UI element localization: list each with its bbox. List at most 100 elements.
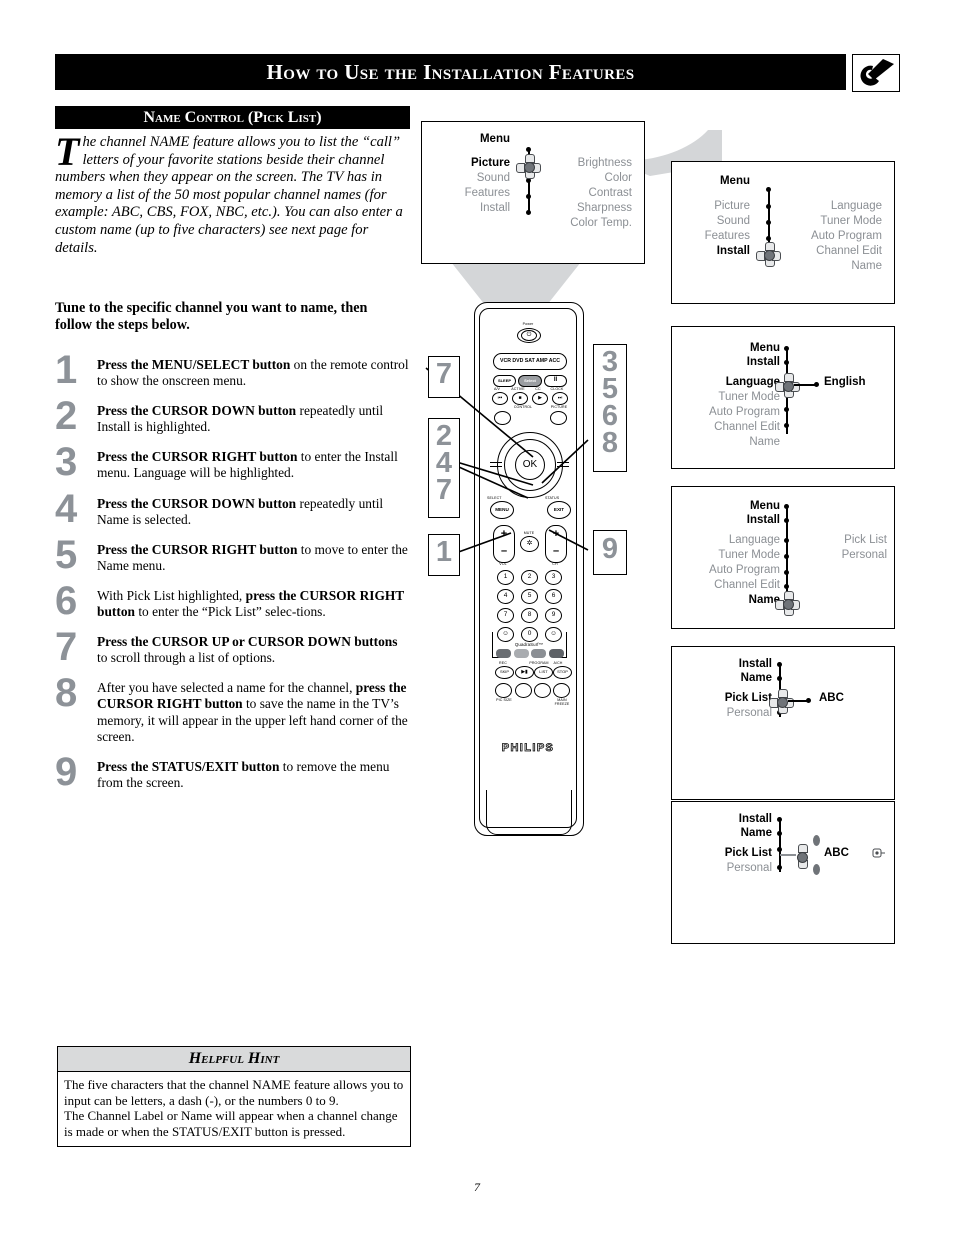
osd-item-autoprogram: Auto Program <box>709 564 780 576</box>
cursor-nav-icon <box>775 591 800 616</box>
pic-size-button[interactable] <box>495 683 512 698</box>
number-8-button[interactable]: 8 <box>521 608 538 623</box>
quadrasurf-key-3[interactable] <box>531 649 546 658</box>
step-item: 3 Press the CURSOR RIGHT button to enter … <box>55 440 410 485</box>
ok-button[interactable]: OK <box>515 450 545 480</box>
ch-label: CH <box>552 562 558 566</box>
quadrasurf-key-2[interactable] <box>514 649 529 658</box>
mode-selector-bar[interactable]: VCR DVD SAT AMP ACC <box>493 353 567 370</box>
stop-button[interactable]: ■ <box>512 392 528 405</box>
number-4-button[interactable]: 4 <box>497 589 514 604</box>
step-number: 3 <box>55 440 78 485</box>
osd-item-autoprogram: Auto Program <box>709 406 780 418</box>
control-label: CONTROL <box>513 405 533 409</box>
skip-button[interactable]: SKIP <box>495 666 514 679</box>
play-button[interactable]: ▶ <box>532 392 548 405</box>
number-9-button[interactable]: 9 <box>545 608 562 623</box>
osd-sub-channeledit: Channel Edit <box>816 245 882 257</box>
select-sublabel: SELECT <box>487 496 502 500</box>
number-2-button[interactable]: 2 <box>521 570 538 585</box>
unlabeled-button-left[interactable] <box>494 411 511 425</box>
philips-logo: PHILIPS <box>501 742 555 755</box>
select-button[interactable]: Select <box>518 375 542 387</box>
osd-item-name: Name <box>749 436 780 448</box>
main-freeze-label: MAIN FREEZE <box>554 698 570 707</box>
step-text: After you have selected a name for the c… <box>97 680 408 744</box>
step-item: 7 Press the CURSOR UP or CURSOR DOWN butt… <box>55 627 410 667</box>
step-item: 5 Press the CURSOR RIGHT button to move t… <box>55 535 410 575</box>
pause-button[interactable]: II <box>544 375 567 387</box>
stop-fn-button[interactable]: STOP <box>553 666 572 679</box>
remote-power-label: Power <box>522 322 534 326</box>
menu-select-button[interactable]: MENU <box>490 501 514 519</box>
osd-sub-name: Name <box>851 260 882 272</box>
callout-right-bottom: 9 <box>593 530 627 575</box>
forward-button[interactable]: ⏭ <box>552 392 568 405</box>
step-item: 1 Press the MENU/SELECT button on the rem… <box>55 348 410 392</box>
step-text: Press the CURSOR RIGHT button to enter t… <box>97 449 398 481</box>
callout-number: 7 <box>435 474 453 506</box>
osd-item-name: Name <box>748 594 780 606</box>
number-1-button[interactable]: 1 <box>497 570 514 585</box>
osd-sub-contrast: Contrast <box>588 187 632 199</box>
vol-label: VOL <box>499 562 507 566</box>
osd-sub-picklist: Pick List <box>844 534 887 546</box>
step-number: 2 <box>55 394 78 439</box>
callout-number: 2 <box>435 420 453 452</box>
volume-rocker[interactable]: + – <box>493 525 515 563</box>
hint-paragraph: The Channel Label or Name will appear wh… <box>64 1108 398 1139</box>
step-number: 4 <box>55 486 78 531</box>
play-pause-button[interactable]: ▶▮ <box>515 666 534 679</box>
quadrasurf-key-4[interactable] <box>549 649 564 658</box>
picture-label: PICTURE <box>550 405 568 409</box>
callout-number: 4 <box>435 447 453 479</box>
page-title-bar: How to Use the Installation Features <box>55 54 846 90</box>
active-label: ACTIVE <box>511 387 525 391</box>
intro-dropcap: T <box>55 129 80 174</box>
callout-number: 7 <box>435 358 453 390</box>
osd-item-personal: Personal <box>726 862 772 874</box>
step-text: With Pick List highlighted, press the CU… <box>97 587 404 620</box>
screen-install-selected: Menu Picture Sound Features Install Lang… <box>671 161 895 304</box>
osd-item-picklist: Pick List <box>724 692 772 704</box>
osd-heading-install: Install <box>738 813 772 825</box>
osd-sub-sharpness: Sharpness <box>577 202 632 214</box>
step-number: 1 <box>55 348 78 392</box>
smiley-left-button[interactable]: ☺ <box>497 627 514 642</box>
quadrasurf-key-1[interactable] <box>496 649 511 658</box>
number-3-button[interactable]: 3 <box>545 570 562 585</box>
status-exit-button[interactable]: EXIT <box>547 501 571 519</box>
number-7-button[interactable]: 7 <box>497 608 514 623</box>
channel-rocker[interactable]: + – <box>545 525 567 563</box>
cursor-up-down-icon <box>790 844 813 869</box>
osd-heading: Menu <box>479 133 510 145</box>
screen-language: Menu Install Language Tuner Mode Auto Pr… <box>671 326 895 469</box>
blank-button-3[interactable] <box>534 683 551 698</box>
osd-heading-name: Name <box>740 672 772 684</box>
osd-heading-menu: Menu <box>749 500 780 512</box>
osd-item-features: Features <box>464 187 510 199</box>
osd-sub-personal: Personal <box>841 549 887 561</box>
number-0-button[interactable]: 0 <box>521 627 538 642</box>
screen-main-menu: Menu Picture Sound Features Install Brig… <box>421 121 645 264</box>
helpful-hint-box: Helpful Hint The five characters that th… <box>57 1046 411 1147</box>
tune-note: Tune to the specific channel you want to… <box>55 300 368 333</box>
osd-sub-color: Color <box>604 172 632 184</box>
step-item: 2 Press the CURSOR DOWN button repeatedly… <box>55 394 410 439</box>
list-button[interactable]: LIST <box>534 666 553 679</box>
rewind-button[interactable]: ⏮ <box>492 392 508 405</box>
page-number: 7 <box>474 1180 480 1194</box>
osd-item-channeledit: Channel Edit <box>714 579 780 591</box>
quadrasurf-label: QuadraSurf™ <box>514 642 544 647</box>
freeze-button[interactable] <box>553 683 570 698</box>
mute-button[interactable]: ✲ <box>520 536 539 552</box>
sleep-button[interactable]: SLEEP <box>493 375 516 387</box>
step-text: Press the STATUS/EXIT button to remove t… <box>97 758 390 790</box>
picture-button[interactable] <box>550 411 567 425</box>
osd-sub-autoprogram: Auto Program <box>811 230 882 242</box>
smiley-right-button[interactable]: ☺ <box>545 627 562 642</box>
blank-button-2[interactable] <box>515 683 532 698</box>
number-5-button[interactable]: 5 <box>521 589 538 604</box>
callout-right-top: 3 5 6 8 <box>593 344 627 472</box>
number-6-button[interactable]: 6 <box>545 589 562 604</box>
